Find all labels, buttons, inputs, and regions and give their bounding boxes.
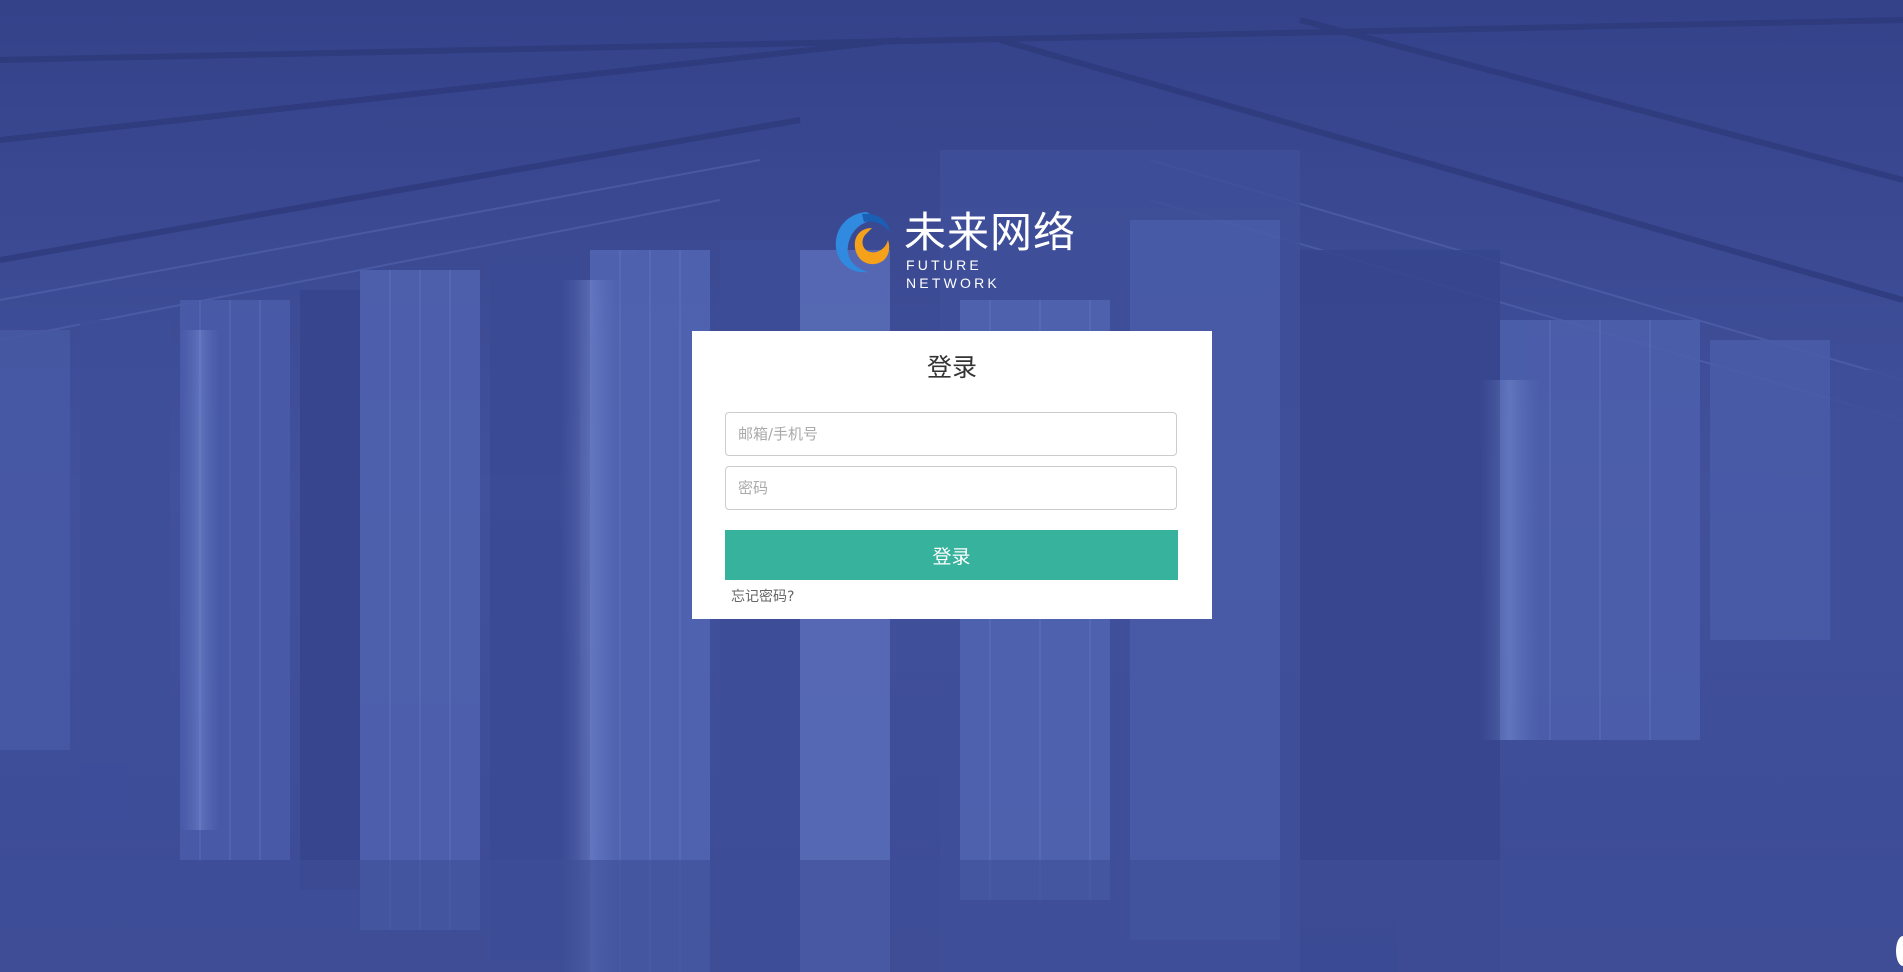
swirl-logo-icon (835, 212, 890, 273)
brand-name-cn: 未来网络 (904, 208, 1077, 257)
login-button[interactable]: 登录 (725, 530, 1178, 580)
corner-scroll-handle[interactable] (1896, 936, 1903, 966)
login-title: 登录 (926, 353, 977, 382)
forgot-password-link[interactable]: 忘记密码? (731, 587, 794, 607)
brand-name-en: FUTURE NETWORK (906, 257, 1000, 291)
login-card: 登录 登录 忘记密码? (692, 331, 1212, 619)
brand-logo: 未来网络 FUTURE NETWORK (832, 206, 1077, 291)
password-input[interactable] (725, 466, 1177, 510)
email-phone-input[interactable] (725, 412, 1177, 456)
